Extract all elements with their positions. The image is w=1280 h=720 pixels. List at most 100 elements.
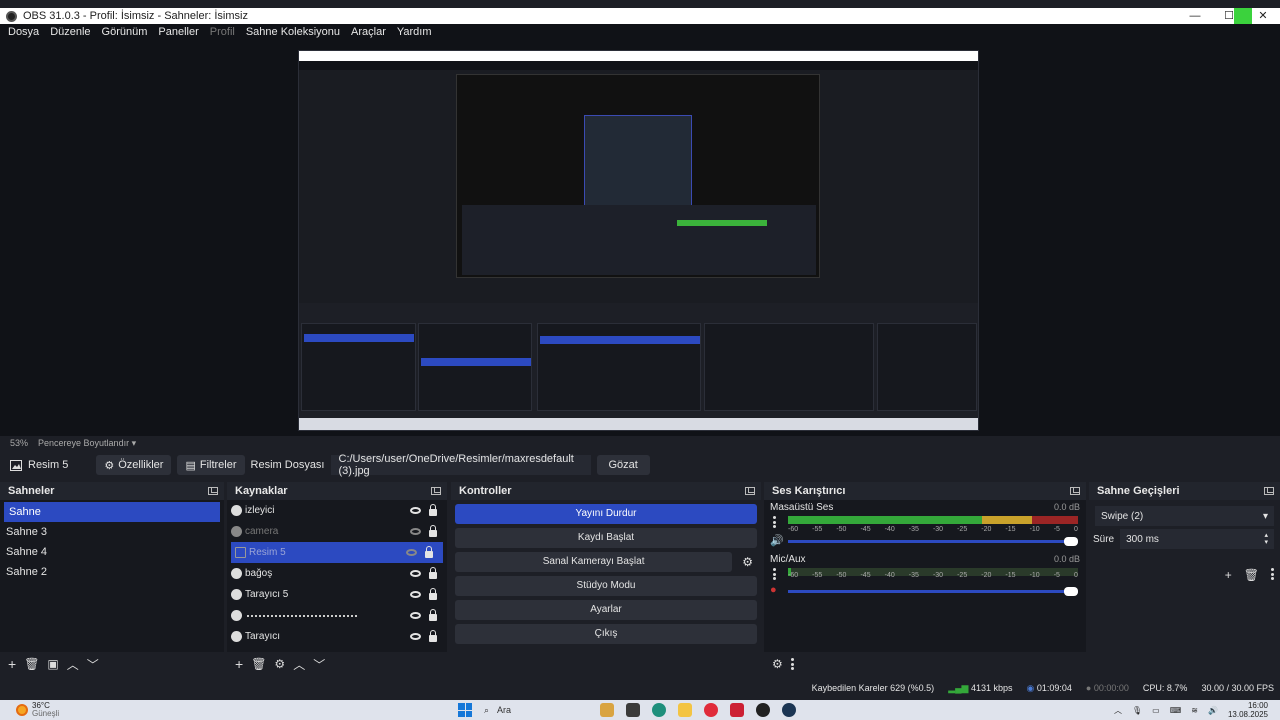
trash-icon[interactable]: 🗑 — [24, 657, 39, 671]
windows-start-icon[interactable] — [458, 703, 472, 717]
menu-edit[interactable]: Düzenle — [50, 26, 90, 38]
scale-tick: -5 — [1053, 526, 1060, 533]
task-view-icon[interactable] — [626, 703, 640, 717]
volume-slider[interactable] — [788, 587, 1078, 596]
menu-tools[interactable]: Araçlar — [351, 26, 386, 38]
move-up-icon[interactable]: ︿ — [293, 656, 305, 673]
browse-button[interactable]: Gözat — [596, 455, 650, 475]
menu-file[interactable]: Dosya — [8, 26, 39, 38]
menu-profile[interactable]: Profil — [210, 26, 235, 38]
eye-icon[interactable] — [410, 591, 421, 598]
eye-icon[interactable] — [410, 612, 421, 619]
source-item[interactable]: Resim 5 — [231, 542, 443, 563]
display-icon[interactable]: ▭ — [1152, 706, 1160, 715]
scene-item[interactable]: Sahne 3 — [0, 522, 224, 542]
source-item[interactable]: Tarayıcı 5 — [227, 584, 447, 605]
clock[interactable]: 16:00 13.08.2025 — [1228, 701, 1268, 719]
undock-icon[interactable] — [1264, 487, 1274, 495]
lock-icon[interactable] — [429, 504, 437, 516]
kebab-menu-icon[interactable] — [773, 568, 776, 580]
language-icon[interactable]: ⌨ — [1170, 706, 1182, 715]
source-item[interactable]: camera — [227, 521, 447, 542]
lock-icon[interactable] — [429, 588, 437, 600]
trash-icon[interactable]: 🗑 — [251, 657, 266, 671]
steam-icon[interactable] — [782, 703, 796, 717]
speaker-icon[interactable]: 🔊 — [770, 534, 784, 547]
lock-icon[interactable] — [425, 546, 433, 558]
wifi-icon[interactable]: ≋ — [1191, 706, 1198, 715]
advanced-audio-icon[interactable]: ⚙ — [772, 657, 783, 671]
gear-icon[interactable]: ⚙ — [742, 555, 753, 569]
undock-icon[interactable] — [208, 487, 218, 495]
lock-icon[interactable] — [429, 630, 437, 642]
lock-icon[interactable] — [429, 567, 437, 579]
volume-icon[interactable]: 🔊 — [1208, 706, 1218, 715]
kebab-menu-icon[interactable] — [773, 516, 776, 528]
filters-button[interactable]: ▤ Filtreler — [177, 455, 245, 475]
minimize-button[interactable]: — — [1178, 8, 1212, 24]
start-record-button[interactable]: Kaydı Başlat — [455, 528, 757, 548]
edge-browser-icon[interactable] — [652, 703, 666, 717]
file-explorer-icon[interactable] — [678, 703, 692, 717]
menu-view[interactable]: Görünüm — [102, 26, 148, 38]
eye-icon[interactable] — [410, 507, 421, 514]
scene-item[interactable]: Sahne 4 — [0, 542, 224, 562]
undock-icon[interactable] — [431, 487, 441, 495]
zoom-mode-dropdown[interactable]: Pencereye Boyutlandır ▾ — [38, 438, 136, 449]
source-item[interactable] — [227, 605, 447, 626]
add-transition-icon[interactable]: + — [1225, 568, 1232, 582]
eye-slash-icon[interactable] — [406, 549, 417, 556]
settings-button[interactable]: Ayarlar — [455, 600, 757, 620]
move-down-icon[interactable]: ﹀ — [313, 656, 325, 673]
red-app-icon[interactable] — [730, 703, 744, 717]
stop-stream-button[interactable]: Yayını Durdur — [455, 504, 757, 524]
start-virtual-camera-button[interactable]: Sanal Kamerayı Başlat — [455, 552, 733, 572]
trash-icon[interactable]: 🗑 — [1244, 568, 1259, 582]
obs-taskbar-icon[interactable] — [756, 703, 770, 717]
taskbar-search[interactable]: ⌕ Ara — [484, 702, 588, 718]
kebab-menu-icon[interactable] — [1271, 568, 1274, 580]
duration-input[interactable]: 300 ms ▴ ▾ — [1120, 529, 1274, 549]
source-item[interactable]: Tarayıcı — [227, 626, 447, 647]
move-down-icon[interactable]: ﹀ — [87, 656, 99, 673]
move-up-icon[interactable]: ︿ — [67, 656, 79, 673]
transition-select[interactable]: Swipe (2) ▾ — [1095, 506, 1274, 526]
exit-button[interactable]: Çıkış — [455, 624, 757, 644]
lock-icon[interactable] — [429, 609, 437, 621]
lock-icon[interactable] — [429, 525, 437, 537]
menu-help[interactable]: Yardım — [397, 26, 432, 38]
chevron-up-icon[interactable]: ︿ — [1114, 705, 1122, 716]
slider-thumb[interactable] — [1064, 537, 1078, 546]
kebab-menu-icon[interactable] — [790, 658, 794, 670]
gear-icon[interactable]: ⚙ — [274, 657, 285, 671]
eye-icon[interactable] — [410, 570, 421, 577]
menu-scene-collection[interactable]: Sahne Koleksiyonu — [246, 26, 340, 38]
eye-slash-icon[interactable] — [410, 528, 421, 535]
muted-speaker-icon[interactable]: ● — [770, 584, 782, 596]
add-scene-icon[interactable]: + — [8, 656, 16, 672]
menu-docks[interactable]: Paneller — [158, 26, 198, 38]
weather-widget[interactable]: 36°C Güneşli — [16, 702, 59, 718]
controls-dock: Kontroller Yayını Durdur Kaydı Başlat Sa… — [451, 482, 761, 676]
sources-dock: Kaynaklar izleyici camera Resim 5 bağoş — [227, 482, 447, 676]
properties-button[interactable]: ⚙ Özellikler — [96, 455, 172, 475]
add-source-icon[interactable]: + — [235, 656, 243, 672]
scene-item[interactable]: Sahne 2 — [0, 562, 224, 582]
spinner-icon[interactable]: ▴ ▾ — [1264, 532, 1268, 546]
volume-slider[interactable] — [788, 537, 1078, 546]
controls-header: Kontroller — [451, 482, 761, 500]
widget-app-icon[interactable] — [600, 703, 614, 717]
file-path-field[interactable]: C:/Users/user/OneDrive/Resimler/maxresde… — [330, 453, 591, 477]
studio-mode-button[interactable]: Stüdyo Modu — [455, 576, 757, 596]
source-item[interactable]: bağoş — [227, 563, 447, 584]
slider-thumb[interactable] — [1064, 587, 1078, 596]
scene-filters-icon[interactable]: ▣ — [47, 657, 58, 671]
scene-item[interactable]: Sahne — [4, 502, 220, 522]
program-preview[interactable] — [298, 50, 979, 431]
opera-browser-icon[interactable] — [704, 703, 718, 717]
undock-icon[interactable] — [1070, 487, 1080, 495]
eye-icon[interactable] — [410, 633, 421, 640]
microphone-icon[interactable]: 🎙 — [1132, 706, 1142, 715]
source-item[interactable]: izleyici — [227, 500, 447, 521]
undock-icon[interactable] — [745, 487, 755, 495]
